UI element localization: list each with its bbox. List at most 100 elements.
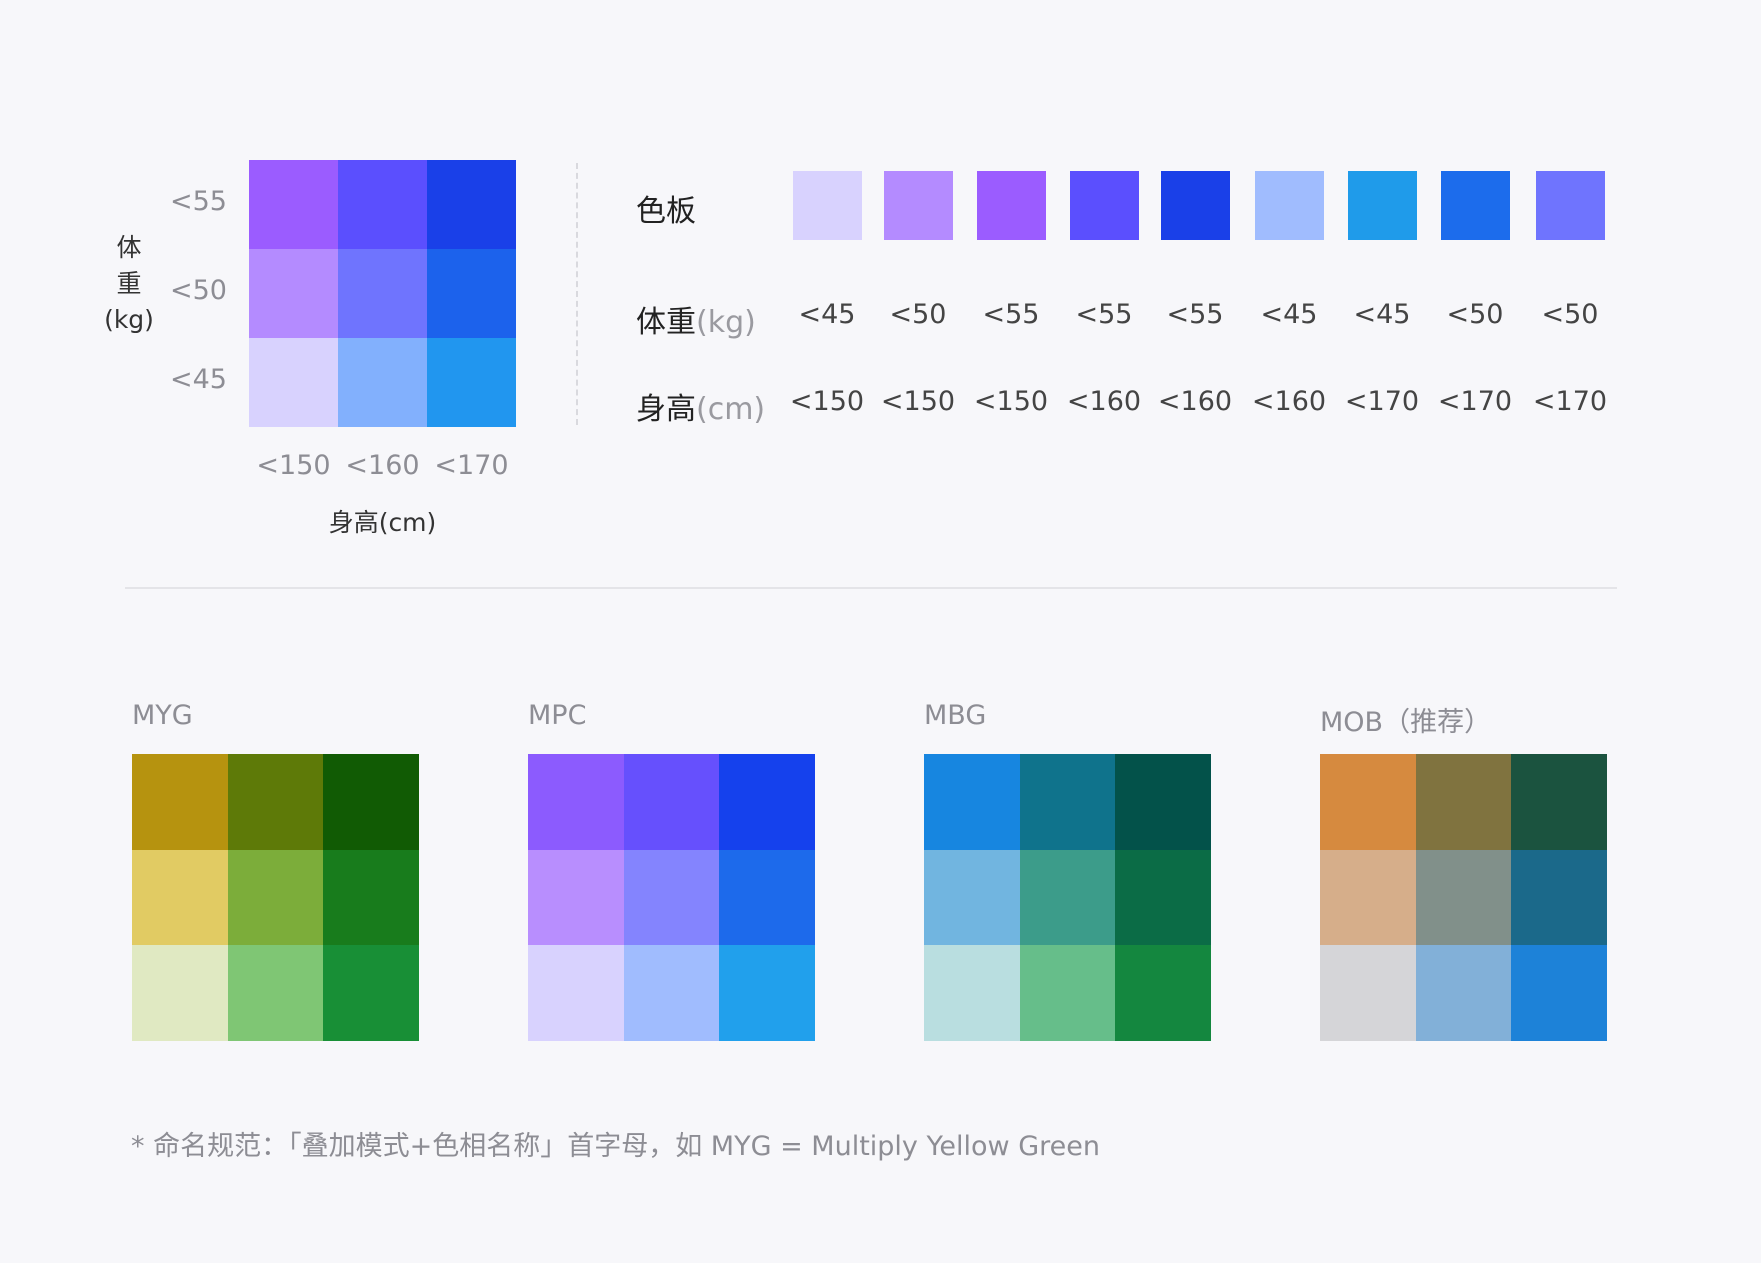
weight-value: <55 (1075, 299, 1133, 330)
naming-footnote: * 命名规范：「叠加模式+色相名称」首字母，如 MYG = Multiply Y… (131, 1131, 1100, 1162)
scheme-cell (132, 849, 228, 946)
y-tick-label: <45 (170, 364, 227, 395)
y-axis-title-char: 重 (116, 269, 142, 298)
legend-grid (249, 160, 516, 427)
x-tick-label: <170 (434, 450, 509, 481)
scheme-cell (323, 849, 419, 946)
y-axis-title-char: (kg) (104, 305, 154, 334)
horizontal-divider (125, 587, 1617, 589)
legend-cell (249, 249, 338, 338)
scheme-cell (1115, 849, 1211, 946)
scheme-cell (1415, 754, 1512, 850)
height-value: <150 (880, 386, 956, 417)
height-value: <160 (1157, 386, 1233, 417)
scheme-cell (1019, 754, 1116, 850)
palette-swatch (884, 171, 953, 240)
scheme-cell (132, 945, 228, 1041)
palette-swatch (1348, 171, 1417, 240)
legend-cell (249, 338, 338, 427)
scheme-cell (1115, 754, 1211, 850)
legend-cell (338, 249, 427, 338)
legend-cell (338, 338, 427, 427)
legend-cell (427, 338, 516, 427)
weight-value: <55 (982, 299, 1040, 330)
scheme-cell (623, 849, 720, 946)
legend-cell (249, 160, 338, 249)
palette-swatch (1070, 171, 1139, 240)
scheme-cell (1320, 849, 1416, 946)
scheme-cell (719, 849, 815, 946)
height-value: <170 (1532, 386, 1608, 417)
scheme-cell (1511, 945, 1607, 1041)
scheme-cell (1320, 754, 1416, 850)
scheme-grid (528, 754, 815, 1041)
scheme-cell (924, 849, 1020, 946)
row-label-unit: (cm) (696, 392, 766, 427)
scheme-cell (623, 945, 720, 1041)
legend-cell (427, 249, 516, 338)
weight-value: <50 (889, 299, 947, 330)
scheme-cell (924, 945, 1020, 1041)
palette-swatch (1161, 171, 1230, 240)
scheme-cell (323, 945, 419, 1041)
weight-value: <55 (1166, 299, 1224, 330)
height-value: <160 (1066, 386, 1142, 417)
scheme-cell (1019, 849, 1116, 946)
row-label-main: 身高 (636, 392, 696, 427)
scheme-cell (924, 754, 1020, 850)
weight-value: <50 (1446, 299, 1504, 330)
scheme-cell (623, 754, 720, 850)
scheme-cell (323, 754, 419, 850)
weight-value: <45 (1353, 299, 1411, 330)
scheme-cell (227, 849, 324, 946)
scheme-title: MOB（推荐） (1320, 707, 1492, 738)
scheme-cell (1511, 754, 1607, 850)
row-label-main: 色板 (636, 194, 696, 229)
y-axis-title-char: 体 (116, 233, 142, 262)
height-value: <150 (789, 386, 865, 417)
x-tick-label: <160 (345, 450, 420, 481)
scheme-title: MYG (132, 700, 193, 731)
palette-swatch (793, 171, 862, 240)
weight-value: <50 (1541, 299, 1599, 330)
y-axis-title: 体 重 (kg) (100, 230, 158, 338)
scheme-grid (132, 754, 419, 1041)
row-label-main: 体重 (636, 305, 696, 340)
row-label-unit: (kg) (696, 305, 756, 340)
legend-cell (338, 160, 427, 249)
scheme-cell (528, 945, 624, 1041)
y-tick-label: <50 (170, 275, 227, 306)
x-axis-title: 身高(cm) (328, 508, 437, 537)
y-tick-label: <55 (170, 186, 227, 217)
palette-swatch (1441, 171, 1510, 240)
scheme-cell (132, 754, 228, 850)
scheme-grid (1320, 754, 1607, 1041)
row-label-weight: 体重(kg) (636, 297, 756, 341)
weight-value: <45 (1260, 299, 1318, 330)
palette-swatch (1536, 171, 1605, 240)
height-value: <170 (1437, 386, 1513, 417)
scheme-cell (1415, 945, 1512, 1041)
palette-swatch (977, 171, 1046, 240)
height-value: <160 (1251, 386, 1327, 417)
height-value: <150 (973, 386, 1049, 417)
scheme-cell (227, 754, 324, 850)
scheme-cell (528, 849, 624, 946)
scheme-grid (924, 754, 1211, 1041)
palette-swatch (1255, 171, 1324, 240)
weight-value: <45 (798, 299, 856, 330)
scheme-title: MBG (924, 700, 987, 731)
scheme-cell (1415, 849, 1512, 946)
row-label-height: 身高(cm) (636, 384, 765, 428)
scheme-cell (719, 945, 815, 1041)
scheme-cell (528, 754, 624, 850)
scheme-cell (1115, 945, 1211, 1041)
height-value: <170 (1344, 386, 1420, 417)
x-tick-label: <150 (256, 450, 331, 481)
vertical-divider (576, 163, 578, 425)
legend-cell (427, 160, 516, 249)
row-label-palette: 色板 (636, 186, 696, 230)
scheme-cell (1019, 945, 1116, 1041)
scheme-title: MPC (528, 700, 587, 731)
scheme-cell (719, 754, 815, 850)
